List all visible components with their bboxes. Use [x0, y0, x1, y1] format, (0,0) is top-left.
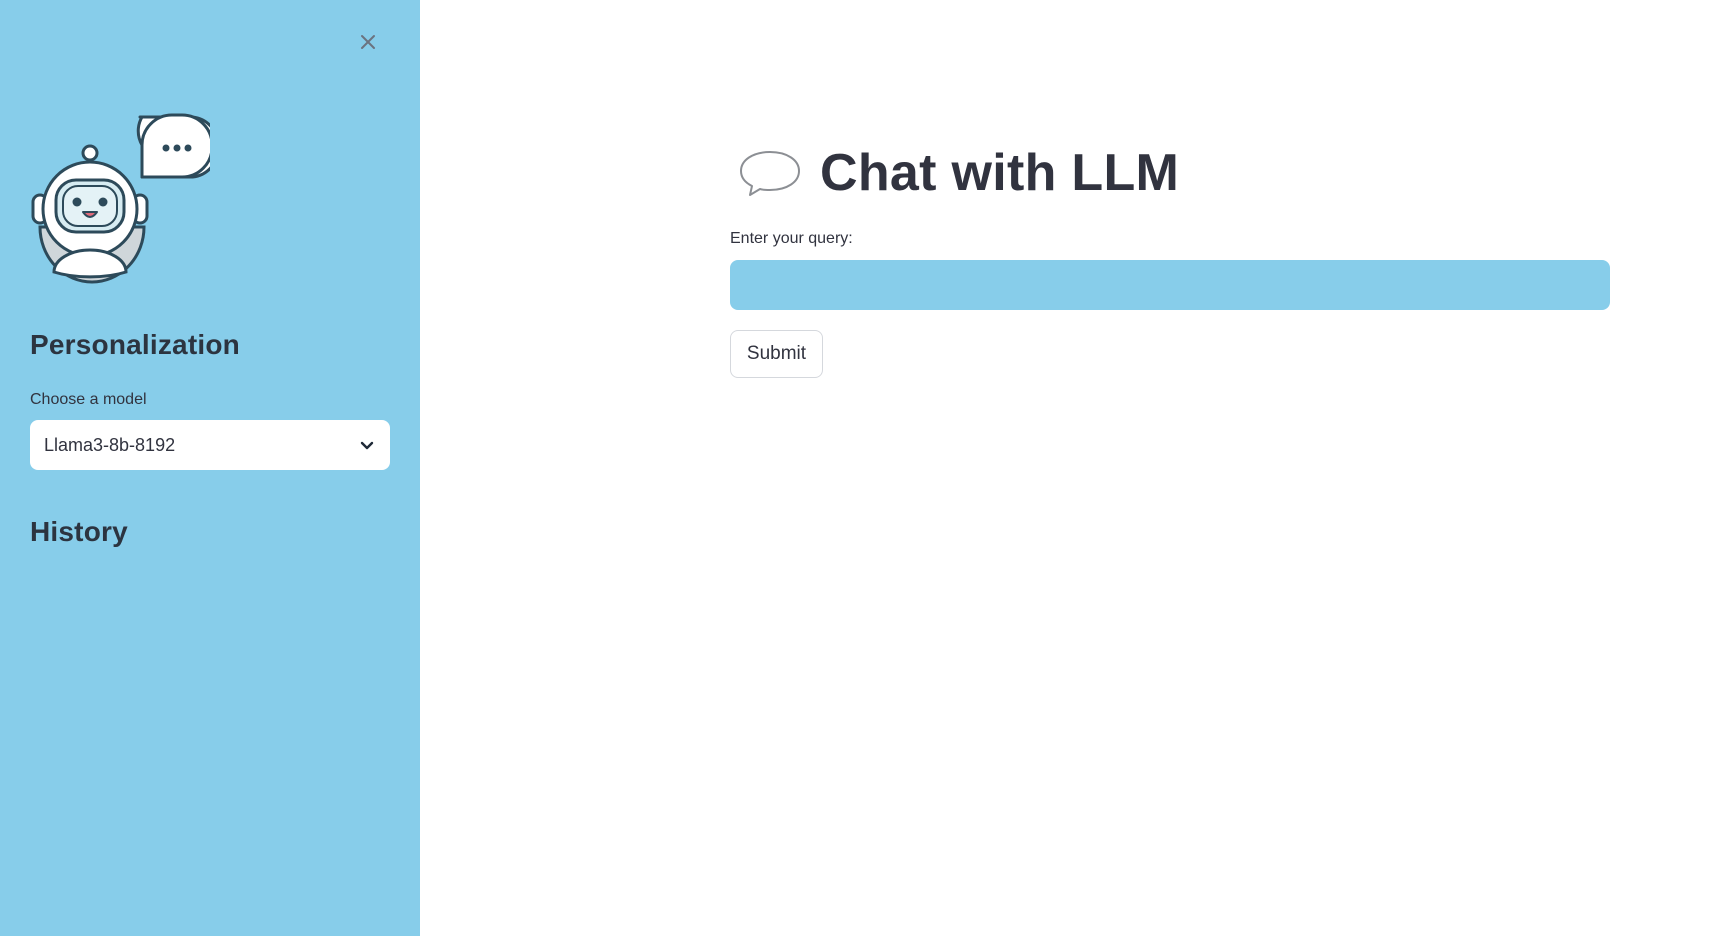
query-input[interactable] [730, 260, 1610, 310]
personalization-heading: Personalization [30, 329, 240, 360]
sidebar: Personalization Choose a model Llama3-8b… [0, 0, 420, 936]
title-row: Chat with LLM [738, 138, 1179, 208]
model-select-value: Llama3-8b-8192 [44, 434, 176, 455]
submit-button[interactable]: Submit [730, 330, 823, 378]
app-window: Personalization Choose a model Llama3-8b… [0, 0, 1725, 936]
chevron-down-icon[interactable] [358, 436, 376, 454]
page-title: Chat with LLM [820, 144, 1180, 202]
robot-chat-icon [31, 113, 210, 284]
speech-bubble-icon [740, 151, 800, 196]
model-select-label: Choose a model [30, 391, 147, 408]
model-select[interactable]: Llama3-8b-8192 [30, 420, 390, 470]
history-heading: History [30, 516, 128, 547]
close-icon[interactable] [359, 33, 377, 51]
query-input-label: Enter your query: [730, 230, 853, 247]
main-content: Chat with LLM Enter your query: Submit [420, 0, 1725, 936]
close-sidebar-button[interactable] [353, 27, 383, 57]
